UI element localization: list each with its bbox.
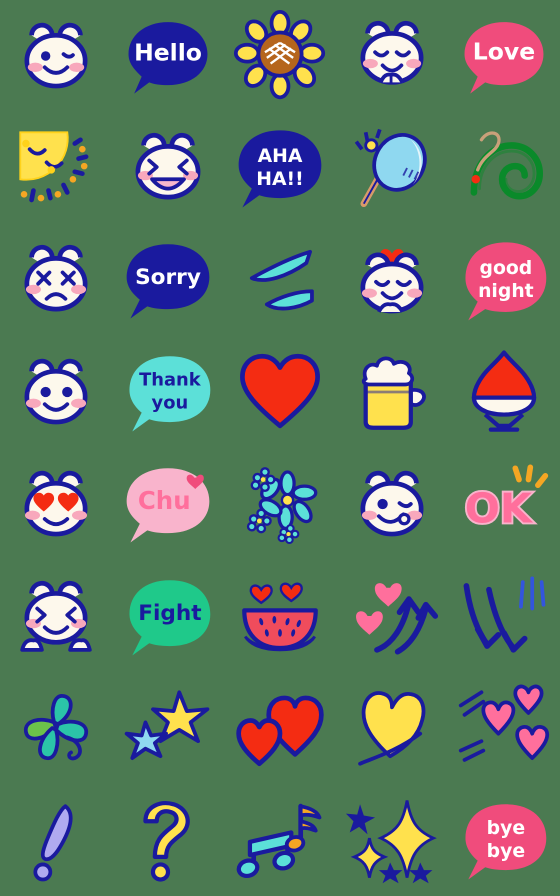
emoji-cell-bubble-thank-you[interactable]: Thank you — [112, 336, 224, 448]
emoji-cell-bear-laughing[interactable] — [112, 112, 224, 224]
blue-flowers-icon — [246, 467, 318, 545]
emoji-cell-bear-crying[interactable] — [0, 224, 112, 336]
bubble-label-line1: good — [480, 258, 533, 279]
emoji-cell-sweat-drops[interactable] — [224, 224, 336, 336]
bubble-label-line1: AHA — [258, 146, 303, 167]
ok-label: OK — [465, 485, 534, 533]
emoji-cell-sunflower[interactable] — [224, 0, 336, 112]
bubble-hello-icon: Hello — [128, 22, 208, 94]
stars-shooting-icon — [124, 690, 210, 760]
emoji-cell-bubble-good-night[interactable]: good night — [448, 224, 560, 336]
emoji-cell-beer-mug[interactable] — [336, 336, 448, 448]
emoji-cell-mosquito-coil[interactable] — [448, 112, 560, 224]
heart-yellow-icon — [358, 691, 426, 766]
hand-fan-icon — [354, 128, 427, 208]
emoji-cell-music-notes[interactable] — [224, 784, 336, 896]
music-notes-icon — [236, 803, 322, 879]
emoji-cell-bear-smile[interactable] — [0, 336, 112, 448]
sparkles-icon — [345, 800, 437, 884]
emoji-cell-question-mark[interactable]: ? — [112, 784, 224, 896]
mosquito-coil-icon — [470, 131, 544, 200]
bear-wink-tongue-icon — [360, 470, 424, 537]
emoji-cell-bubble-love[interactable]: Love — [448, 0, 560, 112]
bubble-label-line1: bye — [487, 818, 525, 839]
emoji-cell-four-leaf-clover[interactable] — [0, 672, 112, 784]
emoji-cell-watermelon-hearts[interactable] — [224, 560, 336, 672]
exclamation-mark-icon: ! — [33, 804, 73, 882]
bubble-love-icon: Love — [464, 22, 544, 94]
emoji-cell-bear-wink[interactable] — [0, 0, 112, 112]
emoji-cell-sun-sleeping[interactable] — [0, 112, 112, 224]
emoji-cell-bear-heart-head[interactable] — [336, 224, 448, 336]
bubble-fight-icon: Fight — [129, 580, 211, 656]
motion-lines — [458, 690, 486, 762]
bubble-label-line2: bye — [487, 841, 525, 862]
bubble-label: Chu — [138, 486, 191, 515]
bubble-thank-you-icon: Thank you — [129, 356, 211, 432]
hearts-pink-trio-icon — [458, 684, 550, 762]
four-leaf-clover-icon — [24, 694, 88, 761]
bubble-label: Sorry — [135, 265, 201, 290]
bear-laughing-icon — [135, 132, 201, 200]
emoji-cell-bubble-hello[interactable]: Hello — [112, 0, 224, 112]
emoji-cell-hearts-pink-trio[interactable] — [448, 672, 560, 784]
sun-sleeping-icon — [19, 131, 89, 203]
shaved-ice-icon — [471, 350, 537, 432]
heart-red-icon — [240, 353, 320, 429]
emoji-cell-hearts-red-pair[interactable] — [224, 672, 336, 784]
question-mark-icon: ? — [143, 801, 190, 882]
bubble-bye-bye-icon: bye bye — [465, 804, 547, 880]
spark-marks — [512, 464, 549, 489]
emoji-cell-bear-heart-eyes[interactable] — [0, 448, 112, 560]
bear-smile-icon — [24, 358, 88, 425]
emoji-cell-arrows-up-hearts[interactable] — [336, 560, 448, 672]
bear-crying-icon — [24, 244, 88, 312]
emoji-cell-text-ok[interactable]: OK — [448, 448, 560, 560]
bear-happy-paws-icon — [20, 580, 92, 652]
bubble-label-line2: HA!! — [256, 169, 303, 190]
bubble-label: Hello — [134, 39, 202, 67]
emoji-cell-exclamation-mark[interactable]: ! — [0, 784, 112, 896]
arrows-up-hearts-icon — [356, 583, 439, 655]
emoji-cell-bear-shy-paws[interactable] — [336, 0, 448, 112]
emoji-cell-sparkles[interactable] — [336, 784, 448, 896]
bubble-label: Love — [473, 38, 535, 66]
hearts-red-pair-icon — [236, 695, 324, 767]
bear-heart-eyes-icon — [24, 470, 88, 537]
emoji-cell-stars-shooting[interactable] — [112, 672, 224, 784]
beer-mug-icon — [361, 356, 426, 430]
watermelon-hearts-icon — [242, 582, 318, 652]
bubble-label-line2: night — [478, 281, 534, 302]
bubble-label-line1: Thank — [139, 370, 202, 391]
sunflower-icon — [233, 9, 326, 100]
emoji-cell-hand-fan[interactable] — [336, 112, 448, 224]
emoji-cell-bubble-ahaha[interactable]: AHA HA!! — [224, 112, 336, 224]
bubble-chu-icon: Chu — [126, 468, 210, 543]
bear-wink-icon — [24, 22, 88, 89]
bubble-sorry-icon: Sorry — [126, 244, 210, 319]
emoji-cell-bear-wink-tongue[interactable] — [336, 448, 448, 560]
emoji-cell-bubble-sorry[interactable]: Sorry — [112, 224, 224, 336]
bear-heart-head-icon — [360, 248, 424, 314]
emoji-cell-bubble-fight[interactable]: Fight — [112, 560, 224, 672]
emoji-cell-blue-flowers[interactable] — [224, 448, 336, 560]
emoji-cell-arrows-down[interactable] — [448, 560, 560, 672]
bubble-good-night-icon: good night — [465, 242, 547, 321]
bubble-ahaha-icon: AHA HA!! — [238, 130, 322, 208]
emoji-cell-bubble-bye-bye[interactable]: bye bye — [448, 784, 560, 896]
bubble-label: Fight — [138, 601, 201, 626]
emoji-cell-shaved-ice[interactable] — [448, 336, 560, 448]
emoji-cell-heart-red[interactable] — [224, 336, 336, 448]
emoji-cell-bubble-chu[interactable]: Chu — [112, 448, 224, 560]
sweat-drops-icon — [249, 249, 314, 311]
emoji-sticker-grid: Hello Love AHA HA!! Sorry good night Tha… — [0, 0, 560, 896]
emoji-cell-heart-yellow[interactable] — [336, 672, 448, 784]
bear-shy-paws-icon — [360, 20, 424, 85]
bubble-label-line2: you — [152, 392, 189, 413]
emoji-cell-bear-happy-paws[interactable] — [0, 560, 112, 672]
text-ok-icon: OK — [463, 464, 549, 534]
arrows-down-icon — [463, 576, 546, 653]
